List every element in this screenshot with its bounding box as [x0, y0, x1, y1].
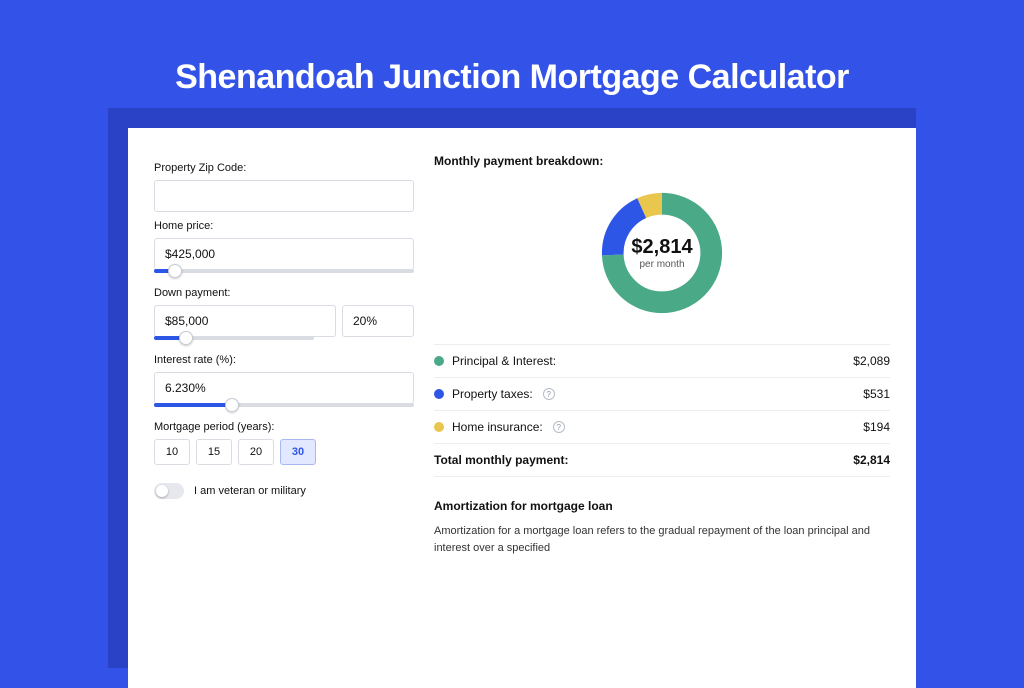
- period-option-30[interactable]: 30: [280, 439, 316, 465]
- period-options: 10152030: [154, 439, 414, 465]
- legend-label: Property taxes:: [452, 387, 533, 401]
- breakdown-panel: Monthly payment breakdown: $2,814 per mo…: [434, 154, 890, 688]
- down-payment-pct-input[interactable]: [342, 305, 414, 337]
- breakdown-heading: Monthly payment breakdown:: [434, 154, 890, 168]
- breakdown-legend: Principal & Interest: $2,089 Property taxe…: [434, 344, 890, 444]
- breakdown-donut-chart: $2,814 per month: [597, 188, 727, 318]
- legend-row-green: Principal & Interest: $2,089: [434, 345, 890, 378]
- home-price-slider[interactable]: [154, 265, 414, 279]
- amortization-text: Amortization for a mortgage loan refers …: [434, 523, 890, 556]
- down-payment-slider[interactable]: [154, 332, 314, 346]
- interest-label: Interest rate (%):: [154, 354, 414, 366]
- zip-label: Property Zip Code:: [154, 162, 414, 174]
- info-icon[interactable]: ?: [553, 421, 565, 433]
- veteran-label: I am veteran or military: [194, 485, 306, 497]
- legend-value: $194: [863, 420, 890, 434]
- legend-row-blue: Property taxes:? $531: [434, 378, 890, 411]
- period-option-20[interactable]: 20: [238, 439, 274, 465]
- page-title: Shenandoah Junction Mortgage Calculator: [0, 0, 1024, 97]
- legend-label: Principal & Interest:: [452, 354, 556, 368]
- legend-dot-icon: [434, 422, 444, 432]
- legend-value: $531: [863, 387, 890, 401]
- period-option-15[interactable]: 15: [196, 439, 232, 465]
- interest-slider[interactable]: [154, 399, 414, 413]
- veteran-toggle[interactable]: [154, 483, 184, 499]
- total-value: $2,814: [853, 453, 890, 467]
- zip-input[interactable]: [154, 180, 414, 212]
- info-icon[interactable]: ?: [543, 388, 555, 400]
- home-price-label: Home price:: [154, 220, 414, 232]
- donut-amount: $2,814: [631, 236, 692, 259]
- legend-value: $2,089: [853, 354, 890, 368]
- total-row: Total monthly payment: $2,814: [434, 444, 890, 477]
- legend-dot-icon: [434, 389, 444, 399]
- form-panel: Property Zip Code: Home price: Down paym…: [154, 154, 414, 688]
- period-option-10[interactable]: 10: [154, 439, 190, 465]
- amortization-section: Amortization for mortgage loan Amortizat…: [434, 499, 890, 556]
- legend-label: Home insurance:: [452, 420, 543, 434]
- total-label: Total monthly payment:: [434, 453, 568, 467]
- period-label: Mortgage period (years):: [154, 421, 414, 433]
- legend-row-yellow: Home insurance:? $194: [434, 411, 890, 444]
- donut-sub: per month: [639, 259, 684, 270]
- down-payment-label: Down payment:: [154, 287, 414, 299]
- calculator-card: Property Zip Code: Home price: Down paym…: [128, 128, 916, 688]
- amortization-heading: Amortization for mortgage loan: [434, 499, 890, 513]
- legend-dot-icon: [434, 356, 444, 366]
